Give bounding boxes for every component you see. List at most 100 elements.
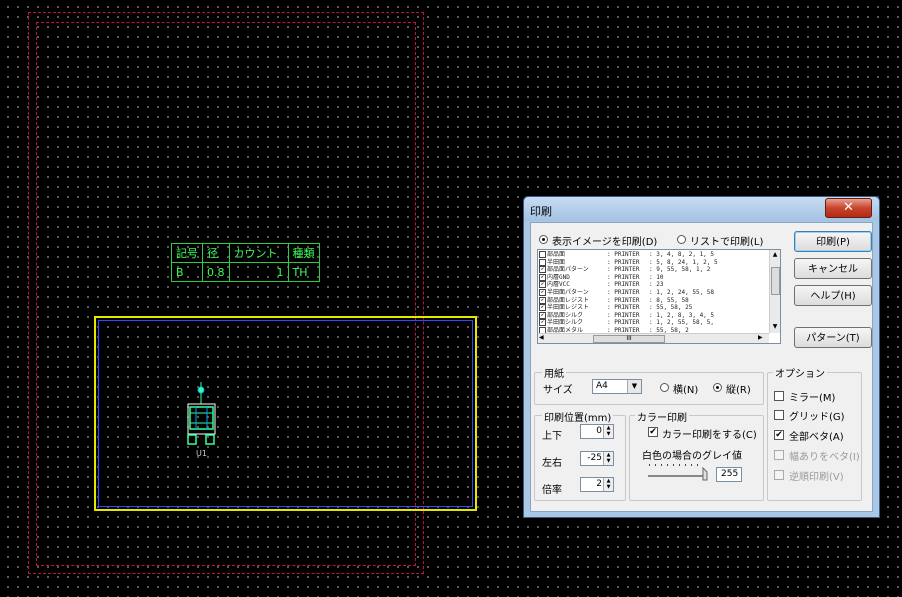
help-button[interactable]: ヘルプ(H) <box>794 285 872 306</box>
spin-arrows-icon[interactable]: ▲ ▼ <box>603 478 613 491</box>
component-ref-label: U1 <box>196 449 207 458</box>
list-item[interactable]: ✔ 部品面シルク: PRINTER: 1, 2, 8, 3, 4, 5 <box>539 311 714 319</box>
leftright-value: -25 <box>587 453 602 463</box>
grid-checkbox[interactable] <box>774 410 784 420</box>
layer-device: : PRINTER <box>607 304 640 312</box>
layer-checkbox[interactable] <box>539 251 546 258</box>
layer-list[interactable]: 部品面: PRINTER: 3, 4, 8, 2, 1, 5 半田面: PRINT… <box>537 249 781 344</box>
layer-checkbox[interactable]: ✔ <box>539 273 546 281</box>
leftright-spinner[interactable]: -25 ▲ ▼ <box>580 451 614 466</box>
mirror-checkbox[interactable] <box>774 391 784 401</box>
hole-table-cell-type: TH <box>287 262 320 282</box>
spin-arrows-icon[interactable]: ▲ ▼ <box>603 425 613 438</box>
layer-checkbox[interactable]: ✔ <box>539 319 546 327</box>
board-keepout-outline <box>98 320 473 507</box>
table-row: B 0.8 1 TH <box>171 262 320 282</box>
layer-list-vscroll[interactable]: ▲ ▼ <box>769 250 780 333</box>
layer-name: 部品面 <box>547 251 566 258</box>
spin-arrows-icon[interactable]: ▲ ▼ <box>603 452 613 465</box>
scroll-left-icon[interactable]: ◀ <box>539 334 544 341</box>
layer-checkbox[interactable]: ✔ <box>539 311 546 319</box>
scale-label: 倍率 <box>542 485 562 496</box>
list-item[interactable]: 部品面: PRINTER: 3, 4, 8, 2, 1, 5 <box>539 251 714 258</box>
layer-device: : PRINTER <box>607 319 640 327</box>
layer-checkbox[interactable] <box>539 258 546 266</box>
hole-table-header-count: カウント <box>228 243 289 263</box>
reverse-print-checkbox[interactable] <box>774 470 784 480</box>
scale-spinner[interactable]: 2 ▲ ▼ <box>580 477 614 492</box>
all-solid-checkbox[interactable]: ✔ <box>774 430 784 440</box>
hole-table-header-symbol: 記号 <box>171 243 203 263</box>
leftright-label: 左右 <box>542 458 562 469</box>
color-print-checkbox[interactable]: ✔ <box>648 427 658 437</box>
scale-value: 2 <box>596 479 602 489</box>
layer-checkbox[interactable]: ✔ <box>539 289 546 296</box>
list-item[interactable]: ✔ 半田面パターン: PRINTER: 1, 2, 24, 55, 58 <box>539 289 714 296</box>
paper-size-label: サイズ <box>543 385 573 396</box>
close-button[interactable]: ✕ <box>825 198 872 218</box>
radio-display-image-label: 表示イメージを印刷(D) <box>552 237 658 248</box>
list-item[interactable]: ✔ 部品面パターン: PRINTER: 9, 55, 58, 1, 2 <box>539 266 710 274</box>
gray-slider[interactable] <box>645 462 711 482</box>
layer-checkbox[interactable]: ✔ <box>539 304 546 312</box>
list-item[interactable]: ✔ 内層GND: PRINTER: 10 <box>539 273 664 281</box>
dialog-titlebar[interactable]: 印刷 ✕ <box>524 197 879 221</box>
radio-landscape[interactable] <box>660 383 669 392</box>
radio-list-label: リストで印刷(L) <box>690 237 764 248</box>
pattern-button[interactable]: パターン(T) <box>794 327 872 348</box>
updown-spinner[interactable]: 0 ▲ ▼ <box>580 424 614 439</box>
layer-list-hscroll[interactable]: ◀ III ▶ <box>538 333 769 343</box>
paper-size-select[interactable]: A4 ▼ <box>592 379 642 394</box>
layer-params: : 55, 58, 25 <box>649 304 693 312</box>
hole-table-cell-diameter: 0.8 <box>202 262 230 282</box>
hole-table: 記号 径 カウント 種類 B 0.8 1 TH <box>171 243 320 282</box>
cancel-button[interactable]: キャンセル <box>794 258 872 279</box>
hole-table-cell-count: 1 <box>228 262 289 282</box>
layer-name: 半田面シルク <box>547 319 584 327</box>
layer-params: : 1, 2, 24, 55, 58 <box>649 289 715 296</box>
scroll-up-icon[interactable]: ▲ <box>771 251 779 259</box>
updown-label: 上下 <box>542 431 562 442</box>
layer-device: : PRINTER <box>607 258 640 266</box>
print-button[interactable]: 印刷(P) <box>794 231 872 252</box>
list-item[interactable]: 半田面: PRINTER: 5, 8, 24, 1, 2, 5 <box>539 258 718 266</box>
layer-device: : PRINTER <box>607 296 640 304</box>
hole-table-header-type: 種類 <box>287 243 320 263</box>
radio-display-image[interactable] <box>539 235 548 244</box>
close-icon: ✕ <box>843 200 854 215</box>
hole-table-cell-symbol: B <box>171 262 203 282</box>
gray-value-field[interactable]: 255 <box>716 467 742 482</box>
hscroll-thumb-grip: III <box>626 335 632 342</box>
component-footprint[interactable] <box>185 380 219 450</box>
scroll-right-icon[interactable]: ▶ <box>758 334 763 341</box>
radio-portrait-label: 縦(R) <box>726 385 751 396</box>
layer-params: : 10 <box>649 273 664 281</box>
width-solid-checkbox[interactable] <box>774 450 784 460</box>
layer-checkbox[interactable]: ✔ <box>539 266 546 274</box>
list-item[interactable]: ✔ 内層VCC: PRINTER: 23 <box>539 281 663 289</box>
layer-name: 内層GND <box>547 273 570 281</box>
layer-name: 部品面レジスト <box>547 296 590 304</box>
layer-checkbox[interactable]: ✔ <box>539 296 546 304</box>
layer-params: : 8, 55, 58 <box>649 296 689 304</box>
layer-name: 半田面レジスト <box>547 304 590 312</box>
updown-value: 0 <box>596 426 602 436</box>
layer-device: : PRINTER <box>607 281 640 289</box>
list-item[interactable]: ✔ 半田面シルク: PRINTER: 1, 2, 55, 58, 5, <box>539 319 714 327</box>
hscroll-thumb[interactable]: III <box>593 335 665 343</box>
options-title: オプション <box>773 365 827 380</box>
vscroll-thumb[interactable] <box>771 267 780 295</box>
color-print-checkbox-label: カラー印刷をする(C) <box>662 430 757 441</box>
scroll-down-icon[interactable]: ▼ <box>771 323 779 331</box>
grid-label: グリッド(G) <box>789 412 845 423</box>
list-item[interactable]: ✔ 半田面レジスト : PRINTER : 55, 58, 25 <box>539 304 693 312</box>
layer-checkbox[interactable]: ✔ <box>539 281 546 289</box>
chevron-down-icon[interactable]: ▼ <box>627 380 641 393</box>
layer-params: : 5, 8, 24, 1, 2, 5 <box>649 258 718 266</box>
radio-list[interactable] <box>677 235 686 244</box>
list-item[interactable]: ✔ 部品面レジスト : PRINTER : 8, 55, 58 <box>539 296 689 304</box>
paper-size-value: A4 <box>596 381 608 391</box>
layer-device: : PRINTER <box>607 266 640 274</box>
radio-landscape-label: 横(N) <box>673 385 699 396</box>
radio-portrait[interactable] <box>713 383 722 392</box>
